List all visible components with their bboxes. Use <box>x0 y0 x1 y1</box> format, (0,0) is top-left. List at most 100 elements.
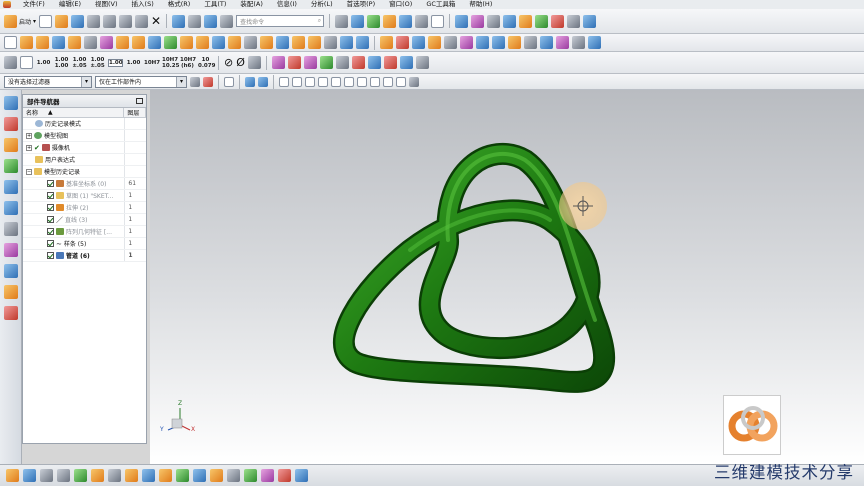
component-icon[interactable] <box>23 469 36 482</box>
emboss-icon[interactable] <box>116 36 129 49</box>
menu-insert[interactable]: 插入(S) <box>125 0 161 9</box>
analysis-icon[interactable] <box>519 14 533 28</box>
assembly-navigator-icon[interactable] <box>3 96 18 110</box>
surface-finish-icon[interactable] <box>335 56 349 69</box>
body-filter-icon[interactable] <box>258 76 268 87</box>
revolve-icon[interactable] <box>36 36 49 49</box>
dim-tolerance-button[interactable]: 1.00 1.00 <box>54 57 69 69</box>
chamfer-icon[interactable] <box>244 36 257 49</box>
unite-icon[interactable] <box>180 36 193 49</box>
snap-control-icon[interactable] <box>318 76 328 87</box>
pattern-icon[interactable] <box>164 36 177 49</box>
menu-gc-toolkit[interactable]: GC工具箱 <box>419 0 462 9</box>
paste-icon[interactable] <box>135 14 149 28</box>
edit-section-icon[interactable] <box>572 36 585 49</box>
menu-preferences[interactable]: 首选项(P) <box>340 0 383 9</box>
snap-endpoint-icon[interactable] <box>279 76 289 87</box>
history-icon[interactable] <box>3 222 18 236</box>
fit-tolerance-class-button[interactable]: 10H7 (h6) <box>180 57 196 69</box>
render-style-icon[interactable] <box>415 14 429 28</box>
menu-file[interactable]: 文件(F) <box>16 0 52 9</box>
menu-assembly[interactable]: 装配(A) <box>233 0 270 9</box>
diameter-icon[interactable]: Ø <box>236 56 245 69</box>
web-browser-icon[interactable] <box>3 201 18 215</box>
visibility-checkbox[interactable] <box>47 252 54 259</box>
table-note-icon[interactable] <box>399 56 413 69</box>
snap-existing-point-icon[interactable] <box>370 76 380 87</box>
tube-icon[interactable] <box>428 36 441 49</box>
draft-icon[interactable] <box>276 36 289 49</box>
tree-row-spline[interactable]: ∼ 样条 (5) 1 <box>23 238 146 250</box>
dim-bilateral-button[interactable]: 1.00 ±.05 <box>90 57 105 69</box>
orient-view-icon[interactable] <box>455 14 469 28</box>
attribute-icon[interactable] <box>57 469 70 482</box>
visibility-checkbox[interactable] <box>47 216 54 223</box>
wcs-orient-icon[interactable] <box>567 14 581 28</box>
menu-edit[interactable]: 编辑(E) <box>52 0 88 9</box>
thicken-icon[interactable] <box>340 36 353 49</box>
snap-line-icon[interactable] <box>292 76 302 87</box>
maximize-icon[interactable] <box>136 98 143 104</box>
visibility-checkbox[interactable] <box>47 192 54 199</box>
snap-quadrant-icon[interactable] <box>344 76 354 87</box>
save-as-icon[interactable] <box>87 14 101 28</box>
render-icon[interactable] <box>125 469 138 482</box>
fit-tolerance-value-button[interactable]: 10H7 10.25 <box>162 57 179 69</box>
menu-help[interactable]: 帮助(H) <box>462 0 499 9</box>
fit-view-icon[interactable] <box>399 14 413 28</box>
origin-icon[interactable] <box>247 56 261 69</box>
part-navigator-icon[interactable] <box>3 138 18 152</box>
rib-icon[interactable] <box>132 36 145 49</box>
cylinder-icon[interactable] <box>380 36 393 49</box>
tree-row-datum-csys[interactable]: 基准坐标系 (0) 61 <box>23 178 146 190</box>
move-object-icon[interactable] <box>383 14 397 28</box>
snap-center-icon[interactable] <box>331 76 341 87</box>
constraint-navigator-icon[interactable] <box>3 117 18 131</box>
expand-icon[interactable]: + <box>26 144 32 151</box>
thread-icon[interactable] <box>444 36 457 49</box>
measure-icon[interactable] <box>503 14 517 28</box>
replace-face-icon[interactable] <box>524 36 537 49</box>
face-filter-icon[interactable] <box>245 76 255 87</box>
menu-format[interactable]: 格式(R) <box>161 0 198 9</box>
intersect-icon[interactable] <box>212 36 225 49</box>
texture-icon[interactable] <box>142 469 155 482</box>
command-finder-icon[interactable] <box>220 14 234 28</box>
edit-icon[interactable] <box>40 469 53 482</box>
menu-view[interactable]: 视图(V) <box>88 0 125 9</box>
feature-control-frame-icon[interactable] <box>303 56 317 69</box>
roles-icon[interactable] <box>3 306 18 320</box>
reset-icon[interactable] <box>551 14 565 28</box>
through-curves-icon[interactable] <box>588 36 601 49</box>
no-symbol-icon[interactable]: ⊘ <box>224 56 233 69</box>
weld-symbol-icon[interactable] <box>351 56 365 69</box>
section-icon[interactable] <box>487 14 501 28</box>
menu-information[interactable]: 信息(I) <box>270 0 304 9</box>
material-icon[interactable] <box>74 469 87 482</box>
tree-row-sketch[interactable]: 草图 (1) "SKET... 1 <box>23 190 146 202</box>
sketch-icon[interactable] <box>4 36 17 49</box>
selection-filter-dropdown[interactable]: 没有选择过滤器 ▾ <box>4 75 92 88</box>
extract-geometry-icon[interactable] <box>476 36 489 49</box>
redo-icon[interactable] <box>188 14 202 28</box>
system-materials-icon[interactable] <box>3 243 18 257</box>
drafting-view-icon[interactable] <box>227 469 240 482</box>
wcs-icon[interactable] <box>351 14 365 28</box>
tree-row-extrude[interactable]: 拉伸 (2) 1 <box>23 202 146 214</box>
display-icon[interactable] <box>108 469 121 482</box>
mirror-feature-icon[interactable] <box>460 36 473 49</box>
tree-row-line[interactable]: ／ 直线 (3) 1 <box>23 214 146 226</box>
snap-bounded-icon[interactable] <box>409 76 419 87</box>
start-button[interactable]: 启动 ▾ <box>4 14 36 28</box>
sketch-curve-icon[interactable] <box>261 469 274 482</box>
decal-icon[interactable] <box>159 469 172 482</box>
dim-rapid-button[interactable]: 1.00 <box>36 60 51 66</box>
block-icon[interactable] <box>356 36 369 49</box>
snap-on-face-icon[interactable] <box>396 76 406 87</box>
offset-face-icon[interactable] <box>324 36 337 49</box>
tools-icon[interactable] <box>244 469 257 482</box>
expand-icon[interactable]: + <box>26 132 32 139</box>
reset-filter-icon[interactable] <box>203 76 213 87</box>
snap-on-curve-icon[interactable] <box>383 76 393 87</box>
note-icon[interactable] <box>319 56 333 69</box>
